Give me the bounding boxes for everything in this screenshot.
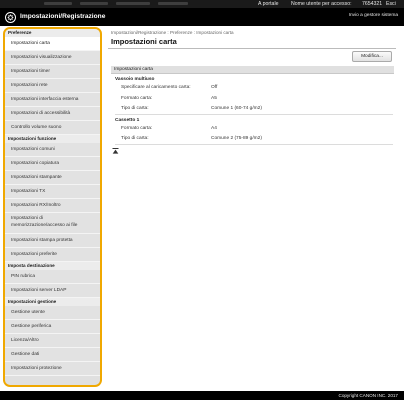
portal-link[interactable]: A portale: [258, 1, 278, 7]
sidebar-heading-impostazioni-funzione: Impostazioni funzione: [5, 135, 100, 143]
group-divider: [115, 144, 393, 145]
title-divider: [108, 48, 396, 49]
group-title-vassoio-multiuso: Vassoio multiuso: [115, 77, 155, 82]
sidebar-item-impostazioni-preferite[interactable]: Impostazioni preferite: [5, 248, 100, 262]
sidebar-item-impostazioni-timer[interactable]: Impostazioni timer: [5, 65, 100, 79]
row-label: Specificare al caricamento carta:: [121, 85, 191, 90]
blurred-tab: [80, 2, 108, 5]
row-value: Comune 1 (60-74 g/m2): [211, 106, 262, 111]
footer: Copyright CANON INC. 2017: [0, 391, 404, 400]
blurred-tab: [44, 2, 72, 5]
sidebar-item-impostazioni-comuni[interactable]: Impostazioni comuni: [5, 143, 100, 157]
sidebar-item-licenza-altro[interactable]: Licenza/Altro: [5, 334, 100, 348]
row-value: Comune 2 (75-89 g/m2): [211, 136, 262, 141]
modify-button[interactable]: Modifica...: [352, 51, 392, 62]
sidebar-item-gestione-utente[interactable]: Gestione utente: [5, 306, 100, 320]
sidebar-heading-imposta-destinazione: Imposta destinazione: [5, 262, 100, 270]
sidebar-item-impostazioni-copiatura[interactable]: Impostazioni copiatura: [5, 157, 100, 171]
row-value: A4: [211, 126, 217, 131]
user-label: Nome utente per accesso:: [291, 1, 352, 7]
row-label: Tipo di carta:: [121, 136, 149, 141]
sidebar-item-gestione-dati[interactable]: Gestione dati: [5, 348, 100, 362]
breadcrumb: Impostazioni/Registrazione : Preferenze …: [111, 30, 234, 35]
sidebar-item-gestione-periferica[interactable]: Gestione periferica: [5, 320, 100, 334]
group-divider: [115, 114, 393, 115]
section-header: Impostazioni carta: [111, 66, 394, 74]
app-title: Impostazioni/Registrazione: [20, 13, 106, 20]
sidebar-item-volume-suono[interactable]: Controllo volume suono: [5, 121, 100, 135]
sidebar-item-impostazioni-tx[interactable]: Impostazioni TX: [5, 185, 100, 199]
sidebar-item-interfaccia-esterna[interactable]: Impostazioni interfaccia esterna: [5, 93, 100, 107]
sidebar-item-impostazioni-stampante[interactable]: Impostazioni stampante: [5, 171, 100, 185]
row-value: Off: [211, 85, 218, 90]
top-bar: A portale Nome utente per accesso: 76543…: [0, 0, 404, 8]
sidebar-heading-preferenze: Preferenze: [5, 29, 100, 37]
page-title: Impostazioni carta: [111, 37, 177, 46]
row-label: Formato carta:: [121, 96, 153, 101]
group-title-cassetto-1: Cassetto 1: [115, 118, 140, 123]
blurred-tab: [158, 2, 188, 5]
sidebar-item-impostazioni-protezione[interactable]: Impostazioni protezione: [5, 362, 100, 376]
sidebar-item-accessibilita[interactable]: Impostazioni di accessibilità: [5, 107, 100, 121]
sidebar-item-pin-rubrica[interactable]: PIN rubrica: [5, 270, 100, 284]
sidebar-item-server-ldap[interactable]: Impostazioni server LDAP: [5, 284, 100, 298]
back-to-admin-link[interactable]: Invio a gestore sistema: [349, 13, 398, 18]
row-value: A5: [211, 96, 217, 101]
sidebar-heading-impostazioni-gestione: Impostazioni gestione: [5, 298, 100, 306]
sidebar-item-impostazioni-visualizzazione[interactable]: Impostazioni visualizzazione: [5, 51, 100, 65]
row-label: Tipo di carta:: [121, 106, 149, 111]
row-label: Formato carta:: [121, 126, 153, 131]
sidebar-item-impostazioni-rx-inoltro[interactable]: Impostazioni RX/Inoltro: [5, 199, 100, 213]
copyright-text: Copyright CANON INC. 2017: [338, 393, 399, 398]
sidebar-item-impostazioni-rete[interactable]: Impostazioni rete: [5, 79, 100, 93]
logout-link[interactable]: Esci: [386, 1, 396, 7]
blurred-tab: [116, 2, 150, 5]
app-header: Impostazioni/Registrazione Invio a gesto…: [0, 8, 404, 26]
sidebar-nav: Preferenze Impostazioni carta Impostazio…: [3, 27, 102, 387]
sidebar-item-memorizzazione-accesso-file[interactable]: Impostazioni di memorizzazione/accesso a…: [5, 213, 100, 234]
sidebar-item-stampa-protetta[interactable]: Impostazioni stampa protetta: [5, 234, 100, 248]
back-to-top-icon[interactable]: [112, 148, 119, 154]
sidebar-item-impostazioni-carta[interactable]: Impostazioni carta: [5, 37, 100, 51]
user-value: 7654321: [362, 1, 383, 7]
canon-settings-logo-icon: [5, 12, 16, 23]
